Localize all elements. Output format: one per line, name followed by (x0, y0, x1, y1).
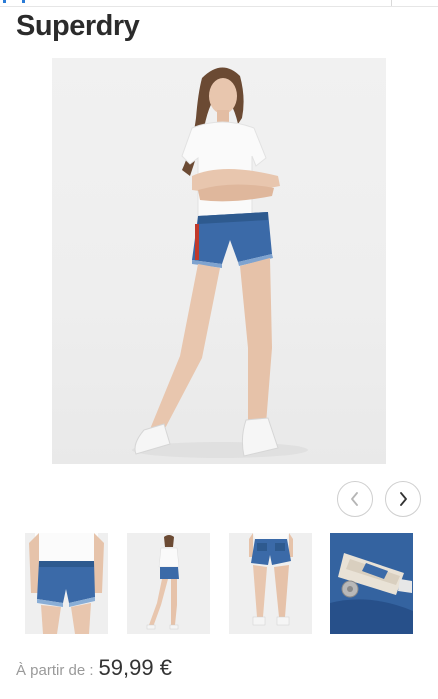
brand-title: Superdry (16, 10, 140, 42)
thumbnail-label-detail[interactable] (330, 533, 413, 634)
thumbnail-image (25, 533, 108, 634)
model-illustration (132, 67, 308, 458)
accent-mark (3, 0, 6, 3)
chevron-right-icon (400, 492, 407, 506)
thumbnail-image (127, 533, 210, 634)
carousel-prev-button[interactable] (337, 481, 373, 517)
header-divider (391, 0, 392, 6)
price-row: À partir de : 59,99 € (16, 655, 172, 681)
thumbnail-shorts-back[interactable] (229, 533, 312, 634)
main-product-image[interactable] (52, 58, 386, 464)
price-value: 59,99 € (98, 655, 172, 680)
top-browser-strip (0, 0, 438, 7)
thumbnail-image (229, 533, 312, 634)
thumbnail-shorts-front[interactable] (25, 533, 108, 634)
price-label: À partir de : (16, 662, 94, 679)
thumbnail-full-body[interactable] (127, 533, 210, 634)
carousel-next-button[interactable] (385, 481, 421, 517)
chevron-left-icon (351, 492, 358, 506)
accent-mark (22, 0, 25, 3)
thumbnail-image (330, 533, 413, 634)
